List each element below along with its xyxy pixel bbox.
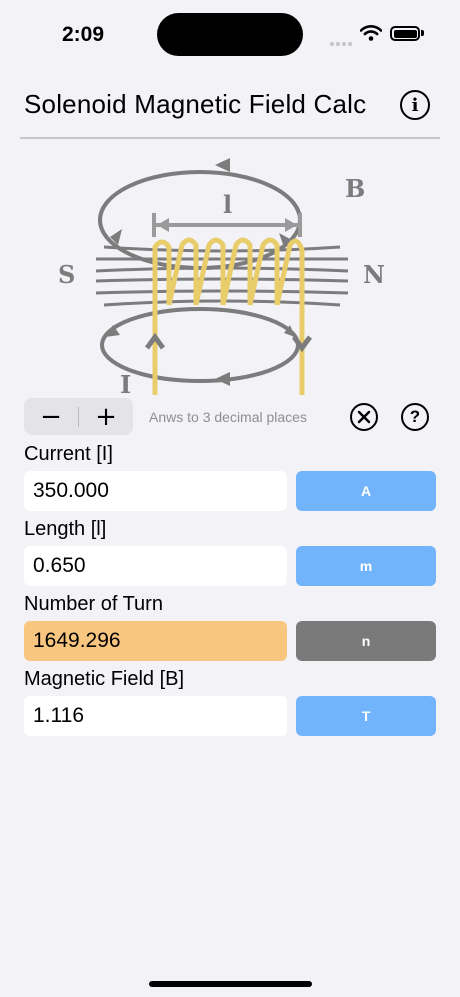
label-s: S [58,260,75,289]
page-title: Solenoid Magnetic Field Calc [24,89,367,119]
label-length: l [223,190,232,219]
magnetic-field-input[interactable]: 1.116 [24,696,287,736]
decimals-note: Anws to 3 decimal places [149,409,307,425]
info-icon[interactable]: i [400,90,430,120]
status-bar: 2:09 [0,0,460,70]
solenoid-diagram: B l S N I [50,155,410,400]
increment-button[interactable]: + [79,398,133,435]
dynamic-island [157,13,303,56]
help-icon[interactable]: ? [401,403,429,431]
battery-icon [390,26,420,41]
label-current: I [120,370,131,399]
cellular-signal-icon [330,33,354,51]
length-input[interactable]: 0.650 [24,546,287,586]
label-b: B [345,174,365,203]
field-label: Magnetic Field [B] [24,668,185,690]
home-indicator[interactable] [149,981,312,987]
clear-icon[interactable] [350,403,378,431]
turns-unit-button[interactable]: n [296,621,436,661]
magnetic-field-unit-button[interactable]: T [296,696,436,736]
current-label: Current [I] [24,443,113,465]
wifi-icon [359,25,383,46]
current-input[interactable]: 350.000 [24,471,287,511]
turns-label: Number of Turn [24,593,163,615]
decrement-button[interactable]: − [24,398,78,435]
current-unit-button[interactable]: A [296,471,436,511]
status-time: 2:09 [62,23,105,46]
header-divider [20,137,440,139]
decimal-stepper[interactable]: − + [24,398,133,435]
turns-input[interactable]: 1649.296 [24,621,287,661]
length-label: Length [l] [24,518,107,540]
label-n: N [363,260,385,289]
length-unit-button[interactable]: m [296,546,436,586]
